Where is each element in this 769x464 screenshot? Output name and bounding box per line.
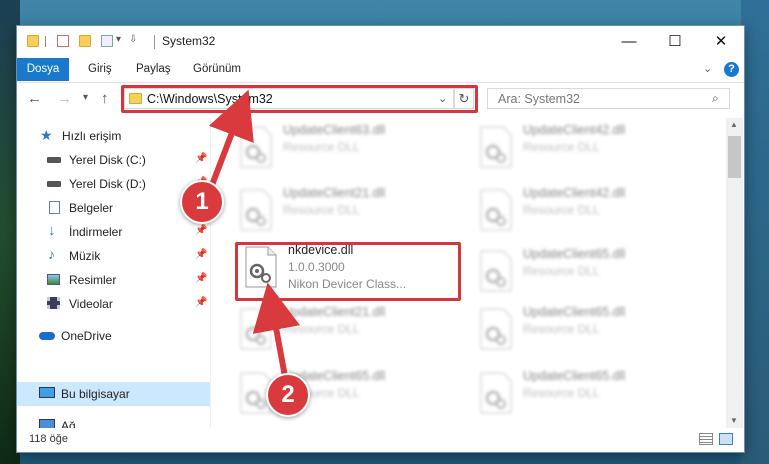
arrow-1 <box>208 89 254 187</box>
callout-1: 1 <box>180 180 224 224</box>
annotation-arrows <box>207 89 300 387</box>
arrow-2 <box>252 282 300 383</box>
callout-2: 2 <box>266 373 310 417</box>
